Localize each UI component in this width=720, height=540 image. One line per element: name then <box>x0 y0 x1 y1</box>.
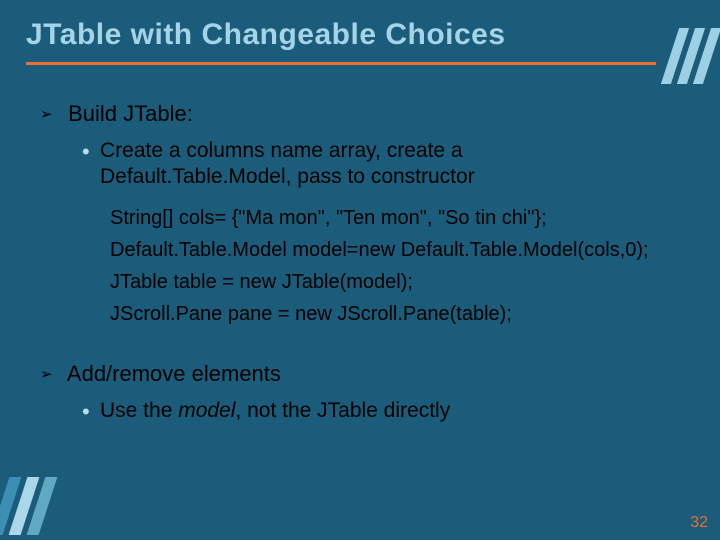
slide-title: JTable with Changeable Choices <box>26 18 506 52</box>
bullet-heading: Build JTable: <box>68 101 193 126</box>
title-underline <box>26 62 656 65</box>
code-line: JTable table = new JTable(model); <box>110 266 649 298</box>
arrow-bullet-icon: ➢ <box>40 106 62 125</box>
code-line: JScroll.Pane pane = new JScroll.Pane(tab… <box>110 298 649 330</box>
bullet-heading: Add/remove elements <box>67 361 281 386</box>
code-block: String[] cols= {"Ma mon", "Ten mon", "So… <box>110 202 649 330</box>
slide: JTable with Changeable Choices ➢ Build J… <box>0 0 720 540</box>
code-line: String[] cols= {"Ma mon", "Ten mon", "So… <box>110 202 649 234</box>
dot-bullet-icon: • <box>82 398 100 426</box>
sub-bullet-text: Use the model, not the JTable directly <box>100 398 450 426</box>
dot-bullet-icon: • <box>82 138 100 191</box>
sub-bullet-create-columns: • Create a columns name array, create a … <box>82 138 649 191</box>
decorative-slashes-top-right <box>664 28 712 89</box>
code-line: Default.Table.Model model=new Default.Ta… <box>110 234 649 266</box>
page-number: 32 <box>690 514 708 532</box>
decorative-slashes-bottom-left <box>0 477 48 540</box>
arrow-bullet-icon: ➢ <box>40 366 62 385</box>
bullet-build-jtable: ➢ Build JTable: • Create a columns name … <box>40 100 649 330</box>
sub-bullet-text: Create a columns name array, create a De… <box>100 138 640 191</box>
bullet-add-remove: ➢ Add/remove elements • Use the model, n… <box>40 360 450 425</box>
sub-bullet-use-model: • Use the model, not the JTable directly <box>82 398 450 426</box>
